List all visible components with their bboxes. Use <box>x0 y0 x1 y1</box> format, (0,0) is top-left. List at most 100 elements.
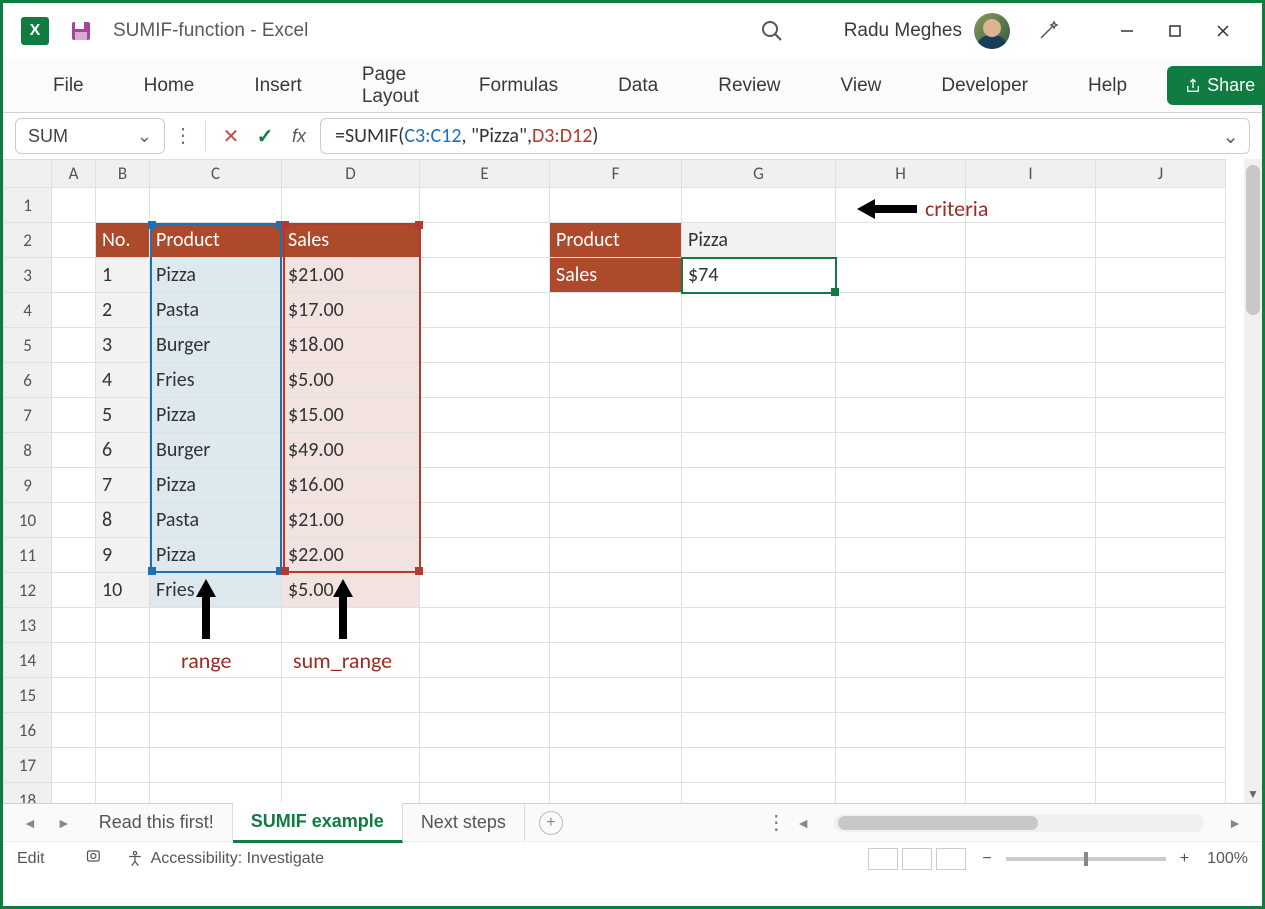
col-header-D[interactable]: D <box>282 160 420 188</box>
row-header[interactable]: 15 <box>4 678 52 713</box>
cell[interactable] <box>966 503 1096 538</box>
macro-record-icon[interactable] <box>85 846 105 871</box>
cell[interactable] <box>282 678 420 713</box>
cell[interactable] <box>550 573 682 608</box>
cell[interactable] <box>836 713 966 748</box>
cell[interactable] <box>682 643 836 678</box>
cell[interactable] <box>52 398 96 433</box>
cell[interactable] <box>550 678 682 713</box>
row-header[interactable]: 17 <box>4 748 52 783</box>
col-header-B[interactable]: B <box>96 160 150 188</box>
cell[interactable]: No. <box>96 223 150 258</box>
enter-formula-button[interactable]: ✓ <box>252 123 278 149</box>
grid-row[interactable]: 97Pizza$16.00 <box>4 468 1226 503</box>
cell[interactable] <box>682 573 836 608</box>
cell[interactable] <box>420 468 550 503</box>
cell[interactable] <box>52 293 96 328</box>
cell[interactable] <box>836 538 966 573</box>
fx-icon[interactable]: fx <box>286 123 312 149</box>
cell[interactable] <box>966 258 1096 293</box>
spreadsheet-grid[interactable]: A B C D E F G H I J 12No.ProductSalesPro… <box>3 159 1262 803</box>
cell[interactable] <box>282 188 420 223</box>
col-header-J[interactable]: J <box>1096 160 1226 188</box>
cell[interactable] <box>52 503 96 538</box>
cell[interactable]: Fries <box>150 363 282 398</box>
grid-row[interactable]: 2No.ProductSalesProductPizza <box>4 223 1226 258</box>
cell[interactable] <box>966 223 1096 258</box>
cell[interactable] <box>966 573 1096 608</box>
row-header[interactable]: 3 <box>4 258 52 293</box>
view-page-layout-button[interactable] <box>902 848 932 870</box>
cell[interactable] <box>836 783 966 804</box>
cell[interactable] <box>420 293 550 328</box>
col-header-G[interactable]: G <box>682 160 836 188</box>
cell[interactable] <box>550 293 682 328</box>
cell[interactable] <box>52 573 96 608</box>
chevron-down-icon[interactable]: ⌄ <box>137 126 152 147</box>
view-page-break-button[interactable] <box>936 848 966 870</box>
cell[interactable] <box>1096 748 1226 783</box>
row-header[interactable]: 7 <box>4 398 52 433</box>
cell[interactable] <box>682 713 836 748</box>
cell[interactable] <box>52 468 96 503</box>
name-box[interactable]: SUM ⌄ <box>15 118 165 154</box>
cell[interactable] <box>682 678 836 713</box>
cell[interactable] <box>836 643 966 678</box>
cell[interactable] <box>96 783 150 804</box>
cell[interactable] <box>550 468 682 503</box>
cell[interactable] <box>420 678 550 713</box>
cell[interactable] <box>966 783 1096 804</box>
cell[interactable]: 4 <box>96 363 150 398</box>
cell[interactable]: 10 <box>96 573 150 608</box>
cell[interactable] <box>836 608 966 643</box>
cell[interactable] <box>282 783 420 804</box>
vertical-scrollbar[interactable]: ▲ ▼ <box>1244 159 1262 803</box>
cell[interactable] <box>420 748 550 783</box>
cell[interactable] <box>966 643 1096 678</box>
cell[interactable] <box>420 643 550 678</box>
row-header[interactable]: 11 <box>4 538 52 573</box>
cell[interactable] <box>150 783 282 804</box>
sheet-options[interactable]: ⋮ <box>766 818 786 828</box>
cell[interactable] <box>52 258 96 293</box>
cell[interactable] <box>52 608 96 643</box>
cell[interactable]: $17.00 <box>282 293 420 328</box>
formula-input[interactable]: =SUMIF(C3:C12, "Pizza", D3:D12) ⌄ <box>320 118 1250 154</box>
cell[interactable] <box>550 328 682 363</box>
grid-row[interactable]: 16 <box>4 713 1226 748</box>
row-header[interactable]: 6 <box>4 363 52 398</box>
cell[interactable] <box>96 713 150 748</box>
cell[interactable] <box>96 643 150 678</box>
cell[interactable] <box>420 713 550 748</box>
cell[interactable] <box>682 783 836 804</box>
scroll-down-icon[interactable]: ▼ <box>1244 785 1262 803</box>
cell[interactable] <box>682 433 836 468</box>
cell[interactable] <box>420 433 550 468</box>
grid-row[interactable]: 86Burger$49.00 <box>4 433 1226 468</box>
sheet-tab-1[interactable]: SUMIF example <box>233 803 403 843</box>
grid-row[interactable]: 53Burger$18.00 <box>4 328 1226 363</box>
cell[interactable] <box>836 398 966 433</box>
tab-formulas[interactable]: Formulas <box>459 67 578 105</box>
row-header[interactable]: 13 <box>4 608 52 643</box>
cell[interactable]: Product <box>550 223 682 258</box>
col-header-I[interactable]: I <box>966 160 1096 188</box>
cell[interactable]: Burger <box>150 433 282 468</box>
cell[interactable]: 8 <box>96 503 150 538</box>
cell[interactable] <box>682 328 836 363</box>
col-header-C[interactable]: C <box>150 160 282 188</box>
cell[interactable] <box>96 188 150 223</box>
cell[interactable] <box>420 398 550 433</box>
cell[interactable] <box>96 678 150 713</box>
cell[interactable] <box>966 293 1096 328</box>
row-header[interactable]: 12 <box>4 573 52 608</box>
col-header-A[interactable]: A <box>52 160 96 188</box>
grid-row[interactable]: 64Fries$5.00 <box>4 363 1226 398</box>
grid-row[interactable]: 108Pasta$21.00 <box>4 503 1226 538</box>
tab-home[interactable]: Home <box>124 67 215 105</box>
cell[interactable] <box>966 398 1096 433</box>
cell[interactable]: $74 <box>682 258 836 293</box>
cell[interactable] <box>836 433 966 468</box>
cell[interactable] <box>550 713 682 748</box>
cell[interactable] <box>682 293 836 328</box>
